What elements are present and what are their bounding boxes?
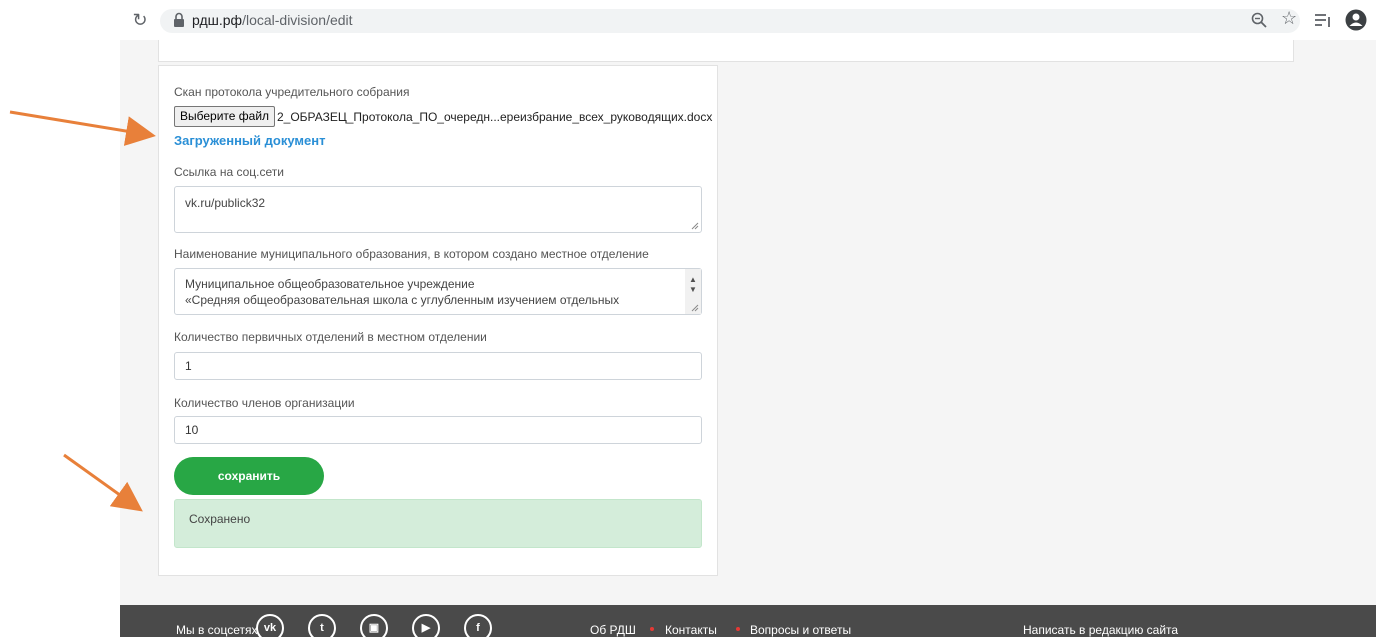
annotation-arrows [9,110,156,512]
arrow-to-uploaded-document [9,110,156,146]
arrow-to-saved-alert [63,453,143,512]
